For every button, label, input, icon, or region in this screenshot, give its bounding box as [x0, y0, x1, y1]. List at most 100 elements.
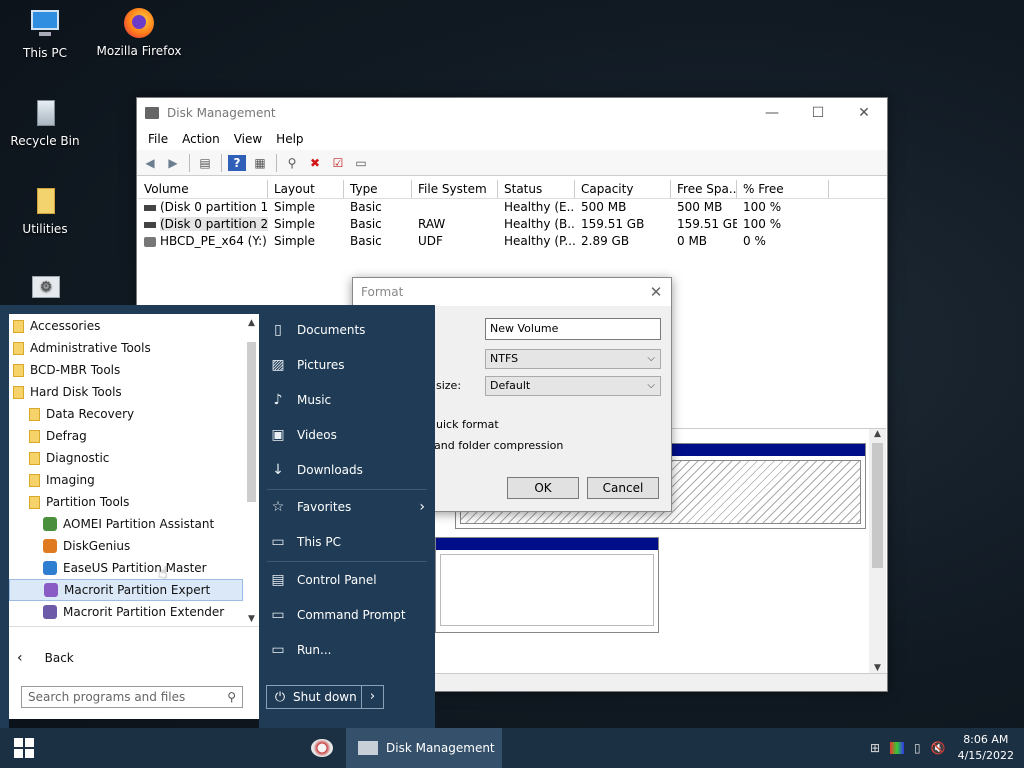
minimize-button[interactable]: —: [749, 98, 795, 128]
close-button[interactable]: ✕: [841, 98, 887, 128]
divider: [267, 561, 427, 562]
clock-time: 8:06 AM: [963, 733, 1009, 746]
volume-table: Volume Layout Type File System Status Ca…: [138, 180, 886, 250]
scroll-down-icon[interactable]: ▼: [244, 614, 259, 624]
command-prompt-icon: ▭: [271, 607, 285, 623]
shutdown-button[interactable]: ⏻ Shut down ›: [266, 685, 384, 709]
start-item-command-prompt[interactable]: ▭ Command Prompt: [269, 602, 405, 628]
col-file-system[interactable]: File System: [412, 180, 498, 198]
clock[interactable]: 8:06 AM 4/15/2022: [958, 732, 1014, 764]
taskbar-disk-management[interactable]: Disk Management: [346, 728, 502, 768]
quick-format-checkbox[interactable]: uick format: [436, 418, 499, 431]
dialog-title-bar[interactable]: Format ✕: [353, 278, 671, 306]
dialog-title: Format: [361, 285, 404, 299]
allocation-size-select[interactable]: Default ⌵: [485, 376, 661, 396]
network-icon[interactable]: ⊞: [870, 741, 880, 755]
desktop-icon-recycle-bin[interactable]: Recycle Bin: [0, 96, 90, 148]
back-arrow-icon[interactable]: ◀: [141, 155, 159, 171]
list-item[interactable]: BCD-MBR Tools: [13, 359, 243, 381]
forward-arrow-icon[interactable]: ▶: [164, 155, 182, 171]
compression-checkbox[interactable]: and folder compression: [434, 439, 563, 452]
scroll-up-icon[interactable]: ▲: [869, 429, 886, 439]
properties-icon[interactable]: ▦: [251, 155, 269, 171]
list-item[interactable]: Hard Disk Tools: [13, 381, 243, 403]
usb-icon[interactable]: ▯: [914, 741, 921, 755]
gear-icon: ⚙: [28, 272, 62, 306]
list-item[interactable]: Imaging: [29, 469, 243, 491]
start-item-run[interactable]: ▭ Run...: [269, 637, 331, 663]
connect-icon[interactable]: ⚲: [283, 155, 301, 171]
menu-file[interactable]: File: [141, 132, 175, 146]
start-item-pictures[interactable]: ▨ Pictures: [269, 352, 344, 378]
list-item[interactable]: Partition Tools: [29, 491, 243, 513]
table-header: Volume Layout Type File System Status Ca…: [138, 180, 886, 199]
firefox-icon: [122, 6, 156, 40]
system-tray: ⊞ ▯ 🔇 8:06 AM 4/15/2022: [862, 728, 1014, 768]
desktop-icon-firefox[interactable]: Mozilla Firefox: [94, 6, 184, 58]
shutdown-options-button[interactable]: ›: [361, 686, 383, 708]
settings-icon[interactable]: ▭: [352, 155, 370, 171]
display-icon[interactable]: [890, 742, 905, 754]
start-item-this-pc[interactable]: ▭ This PC: [269, 529, 341, 555]
mouse-cursor: ☝: [158, 563, 168, 582]
list-item[interactable]: Diagnostic: [29, 447, 243, 469]
list-item[interactable]: Data Recovery: [29, 403, 243, 425]
search-input[interactable]: Search programs and files ⚲: [21, 686, 243, 708]
maximize-button[interactable]: ☐: [795, 98, 841, 128]
start-item-favorites[interactable]: ☆ Favorites ›: [269, 494, 425, 520]
macrorit-extender-icon: [43, 605, 57, 619]
scroll-up-icon[interactable]: ▲: [244, 314, 259, 328]
volume-label-input[interactable]: New Volume: [485, 318, 661, 340]
list-item[interactable]: DiskGenius: [43, 535, 243, 557]
menu-view[interactable]: View: [227, 132, 269, 146]
list-item[interactable]: Accessories: [13, 315, 243, 337]
start-item-music[interactable]: ♪ Music: [269, 387, 332, 413]
vertical-scrollbar[interactable]: ▲ ▼: [869, 429, 886, 673]
check-icon[interactable]: ☑: [329, 155, 347, 171]
folder-icon: [13, 319, 24, 333]
help-icon[interactable]: ?: [228, 154, 246, 171]
scroll-down-icon[interactable]: ▼: [869, 663, 886, 673]
col-status[interactable]: Status: [498, 180, 575, 198]
cancel-button[interactable]: Cancel: [587, 477, 659, 499]
start-button[interactable]: [0, 728, 48, 768]
col-type[interactable]: Type: [344, 180, 412, 198]
table-row[interactable]: HBCD_PE_x64 (Y:) Simple Basic UDF Health…: [138, 233, 886, 250]
start-item-documents[interactable]: ▯ Documents: [269, 317, 365, 343]
start-item-control-panel[interactable]: ▤ Control Panel: [269, 567, 376, 593]
computer-icon: ▭: [271, 534, 285, 550]
desktop-icon-utilities[interactable]: Utilities: [0, 184, 90, 236]
title-bar[interactable]: Disk Management — ☐ ✕: [137, 98, 887, 128]
col-capacity[interactable]: Capacity: [575, 180, 671, 198]
speaker-mute-icon[interactable]: 🔇: [931, 741, 946, 755]
partition-block[interactable]: [435, 537, 659, 633]
menu-bar: File Action View Help: [137, 128, 887, 150]
taskbar-pinned-app[interactable]: [304, 728, 340, 768]
start-menu-programs: Accessories Administrative Tools BCD-MBR…: [9, 314, 259, 719]
table-row[interactable]: (Disk 0 partition 1) Simple Basic Health…: [138, 199, 886, 216]
ok-button[interactable]: OK: [507, 477, 579, 499]
start-item-videos[interactable]: ▣ Videos: [269, 422, 337, 448]
list-item[interactable]: Macrorit Partition Extender: [43, 601, 243, 623]
show-hide-tree-icon[interactable]: ▤: [196, 155, 214, 171]
folder-icon: [29, 495, 40, 509]
file-system-select[interactable]: NTFS ⌵: [485, 349, 661, 369]
close-icon[interactable]: ✕: [641, 283, 671, 301]
delete-icon[interactable]: ✖: [306, 155, 324, 171]
list-item[interactable]: AOMEI Partition Assistant: [43, 513, 243, 535]
col-free-space[interactable]: Free Spa...: [671, 180, 737, 198]
list-item-selected[interactable]: Macrorit Partition Expert: [9, 579, 243, 601]
back-button[interactable]: ‹ Back: [17, 647, 217, 669]
list-item[interactable]: Administrative Tools: [13, 337, 243, 359]
table-row[interactable]: (Disk 0 partition 2) Simple Basic RAW He…: [138, 216, 886, 233]
menu-action[interactable]: Action: [175, 132, 227, 146]
start-item-downloads[interactable]: ↓ Downloads: [269, 457, 363, 483]
programs-scrollbar[interactable]: ▲ ▼: [244, 314, 259, 624]
desktop-icon-this-pc[interactable]: This PC: [0, 8, 90, 60]
menu-help[interactable]: Help: [269, 132, 310, 146]
list-item[interactable]: EaseUS Partition Master: [43, 557, 243, 579]
list-item[interactable]: Defrag: [29, 425, 243, 447]
col-percent-free[interactable]: % Free: [737, 180, 829, 198]
col-layout[interactable]: Layout: [268, 180, 344, 198]
col-volume[interactable]: Volume: [138, 180, 268, 198]
